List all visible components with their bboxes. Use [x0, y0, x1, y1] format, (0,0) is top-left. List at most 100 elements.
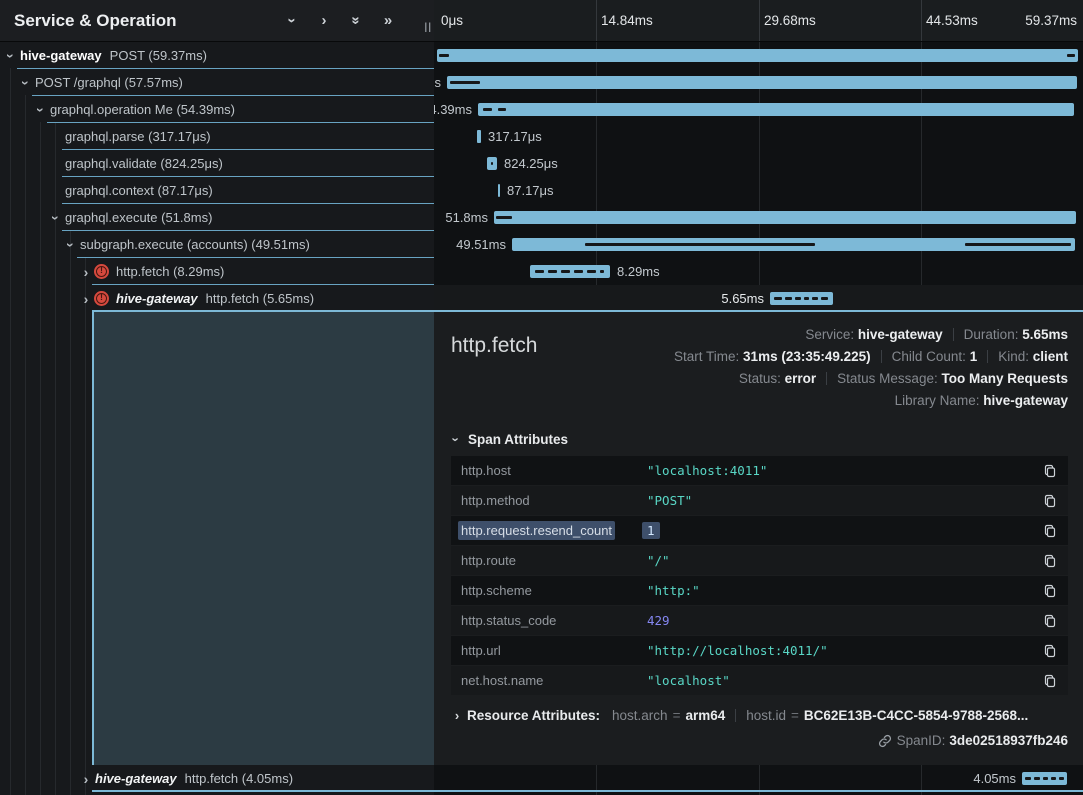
time-tick: 0μs — [441, 13, 463, 28]
span-bar[interactable] — [498, 184, 500, 197]
span-tree-row[interactable]: ›hive-gatewayPOST (59.37ms) — [0, 42, 434, 69]
attribute-key-selected: http.request.resend_count — [458, 521, 615, 540]
attribute-value: "http:" — [647, 583, 700, 598]
copy-icon[interactable] — [1042, 583, 1058, 599]
copy-icon[interactable] — [1042, 553, 1058, 569]
indent-guide — [70, 231, 71, 795]
attribute-row[interactable]: http.route"/" — [451, 546, 1068, 575]
bar-segment — [1034, 777, 1040, 780]
attribute-row[interactable]: http.host"localhost:4011" — [451, 456, 1068, 485]
attribute-key: http.route — [461, 553, 647, 568]
span-bar[interactable] — [512, 238, 1075, 251]
span-bar[interactable] — [437, 49, 1078, 62]
bar-duration-label: 51.8ms — [445, 210, 488, 225]
attribute-row[interactable]: http.url"http://localhost:4011/" — [451, 636, 1068, 665]
attribute-row[interactable]: http.status_code429 — [451, 606, 1068, 635]
chevron-right-icon[interactable]: › — [79, 292, 93, 306]
error-icon — [94, 264, 109, 279]
span-tree-row[interactable]: ›graphql.operation Me (54.39ms) — [0, 96, 434, 123]
span-tree-row[interactable]: ›subgraph.execute (accounts) (49.51ms) — [0, 231, 434, 258]
attribute-key: http.scheme — [461, 583, 647, 598]
bar-segment — [535, 270, 544, 273]
span-label: graphql.context (87.17μs) — [65, 183, 213, 198]
span-attributes-table: http.host"localhost:4011"http.method"POS… — [451, 456, 1068, 695]
attribute-value-selected: 1 — [642, 522, 660, 539]
attribute-key: http.status_code — [461, 613, 647, 628]
meta-value: 1 — [970, 349, 978, 364]
attribute-row[interactable]: http.method"POST" — [451, 486, 1068, 515]
meta-value: hive-gateway — [858, 327, 943, 342]
copy-icon[interactable] — [1042, 643, 1058, 659]
double-chevron-down-icon[interactable]: » — [348, 13, 365, 29]
time-tick: 14.84ms — [601, 13, 653, 28]
bar-segment — [600, 270, 604, 273]
meta-line: Library Name: hive-gateway — [674, 390, 1068, 412]
panel-header: Service & Operation ››»» || — [0, 0, 434, 42]
meta-value: 31ms (23:35:49.225) — [743, 349, 871, 364]
row-underline — [32, 95, 434, 96]
bar-segment — [1043, 777, 1048, 780]
attribute-value: "localhost" — [647, 673, 730, 688]
span-label: http.fetch (5.65ms) — [206, 291, 314, 306]
service-name: hive-gateway — [95, 771, 177, 786]
span-bar[interactable] — [478, 103, 1074, 116]
span-bar[interactable] — [494, 211, 1076, 224]
chevron-down-icon[interactable]: › — [64, 238, 78, 252]
bottom-row-underline — [92, 790, 1083, 792]
attribute-row[interactable]: net.host.name"localhost" — [451, 666, 1068, 695]
equals-sign: = — [673, 708, 681, 723]
span-attributes-header[interactable]: › Span Attributes — [451, 432, 1068, 447]
span-bar[interactable] — [770, 292, 833, 305]
chevron-down-icon[interactable]: › — [49, 211, 63, 225]
attribute-row[interactable]: http.request.resend_count 1 — [451, 516, 1068, 545]
copy-icon[interactable] — [1042, 613, 1058, 629]
span-tree-row[interactable]: › hive-gateway http.fetch (5.65ms) — [0, 285, 434, 312]
chevron-down-icon[interactable]: › — [19, 76, 33, 90]
span-label: http.fetch (4.05ms) — [185, 771, 293, 786]
span-tree-row[interactable]: ›graphql.execute (51.8ms) — [0, 204, 434, 231]
panel-resize-handle[interactable]: || — [424, 22, 432, 33]
bar-segment — [450, 81, 480, 84]
copy-icon[interactable] — [1042, 673, 1058, 689]
span-bar[interactable] — [1022, 772, 1067, 785]
bar-segment — [585, 243, 815, 246]
span-tree-row[interactable]: ›hive-gateway http.fetch (4.05ms) — [0, 765, 434, 792]
attribute-row[interactable]: http.scheme"http:" — [451, 576, 1068, 605]
bar-segment — [804, 297, 809, 300]
span-tree-row[interactable]: ›http.fetch (8.29ms) — [0, 258, 434, 285]
attribute-value: "http://localhost:4011/" — [647, 643, 828, 658]
attribute-value: "localhost:4011" — [647, 463, 767, 478]
chevron-down-icon[interactable]: › — [4, 49, 18, 63]
meta-label: Start Time: — [674, 349, 743, 364]
selected-row-underline — [92, 310, 1083, 312]
resource-attributes-row[interactable]: › Resource Attributes: host.arch=arm64ho… — [451, 708, 1068, 723]
chevron-right-icon[interactable]: › — [79, 265, 93, 279]
indent-guide — [85, 258, 86, 795]
attribute-value: 1 — [647, 523, 660, 538]
attribute-key: http.url — [461, 643, 647, 658]
span-tree-row[interactable]: ›graphql.context (87.17μs) — [0, 177, 434, 204]
chevron-right-icon[interactable]: › — [316, 12, 332, 29]
timeline-axis: 0μs14.84ms29.68ms44.53ms59.37ms — [434, 0, 1083, 42]
span-bar[interactable] — [487, 157, 497, 170]
chevron-right-icon[interactable]: › — [79, 772, 93, 786]
span-tree-row[interactable]: ›graphql.validate (824.25μs) — [0, 150, 434, 177]
span-label: POST /graphql (57.57ms) — [35, 75, 183, 90]
copy-icon[interactable] — [1042, 463, 1058, 479]
bar-segment — [491, 162, 493, 165]
equals-sign: = — [791, 708, 799, 723]
span-tree-row[interactable]: ›graphql.parse (317.17μs) — [0, 123, 434, 150]
bar-duration-label: 824.25μs — [504, 156, 558, 171]
chevron-down-icon[interactable]: › — [284, 13, 301, 29]
double-chevron-right-icon[interactable]: » — [380, 12, 396, 29]
service-name: hive-gateway — [116, 291, 198, 306]
chevron-down-icon[interactable]: › — [34, 103, 48, 117]
copy-icon[interactable] — [1042, 523, 1058, 539]
row-underline — [62, 176, 434, 177]
copy-icon[interactable] — [1042, 493, 1058, 509]
span-bar[interactable] — [447, 76, 1077, 89]
span-bar[interactable] — [530, 265, 610, 278]
row-underline — [17, 68, 434, 69]
span-bar[interactable] — [477, 130, 481, 143]
span-tree-row[interactable]: ›POST /graphql (57.57ms) — [0, 69, 434, 96]
